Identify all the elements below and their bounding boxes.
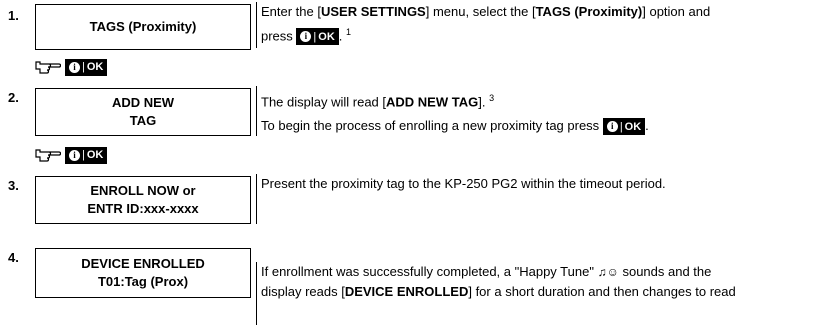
info-circle-icon: i xyxy=(300,31,312,43)
step-4-description: If enrollment was successfully completed… xyxy=(256,262,840,325)
press-ok-instruction: i | OK xyxy=(35,58,108,76)
desc-text: Present the proximity tag to the KP-250 … xyxy=(261,176,666,191)
display-text: ADD NEW TAG xyxy=(386,94,479,110)
step-2-description: The display will read [ADD NEW TAG]. 3 T… xyxy=(256,86,840,136)
pointing-hand-icon xyxy=(35,149,61,162)
option-name: TAGS (Proximity) xyxy=(535,4,643,19)
footnote-ref: 1 xyxy=(346,27,352,37)
ok-key: i | OK xyxy=(65,146,108,164)
ok-key: i | OK xyxy=(602,118,646,136)
step-4-display-line-1: DEVICE ENROLLED xyxy=(81,256,205,271)
step-2-number: 2. xyxy=(8,90,19,105)
step-1-number: 1. xyxy=(8,8,19,23)
display-text: DEVICE ENROLLED xyxy=(344,284,469,299)
menu-name: USER SETTINGS xyxy=(320,4,426,19)
desc-text: press xyxy=(261,28,293,44)
step-1-display-line-1: TAGS (Proximity) xyxy=(89,19,197,34)
desc-text: ] menu, select the [ xyxy=(425,4,536,19)
desc-text: . xyxy=(645,118,649,134)
ok-key-label: OK xyxy=(624,120,642,133)
desc-text: display reads [ xyxy=(261,284,345,299)
pointing-hand-icon xyxy=(35,61,61,74)
step-3-display-line-2: ENTR ID:xxx-xxxx xyxy=(87,201,199,216)
step-1-description: Enter the [USER SETTINGS] menu, select t… xyxy=(256,2,840,48)
step-4-display-box: DEVICE ENROLLED T01:Tag (Prox) xyxy=(35,248,251,298)
desc-text: ] for a short duration and then changes … xyxy=(468,284,736,299)
step-3-display-line-1: ENROLL NOW or xyxy=(90,183,196,198)
key-separator: | xyxy=(82,149,85,161)
step-4-number: 4. xyxy=(8,250,19,265)
key-separator: | xyxy=(313,30,317,43)
ok-key: i | OK xyxy=(296,28,339,46)
desc-text: sounds and the xyxy=(622,264,712,279)
ok-key-label: OK xyxy=(86,61,104,73)
step-1-display-box: TAGS (Proximity) xyxy=(35,4,251,50)
step-3-display-box: ENROLL NOW or ENTR ID:xxx-xxxx xyxy=(35,176,251,224)
ok-key-label: OK xyxy=(318,30,335,43)
info-circle-icon: i xyxy=(69,149,80,161)
desc-text: Enter the [ xyxy=(261,4,321,19)
desc-text: The display will read [ xyxy=(261,94,386,110)
ok-key-label: OK xyxy=(86,149,104,161)
step-2-display-box: ADD NEW TAG xyxy=(35,88,251,136)
step-3-description: Present the proximity tag to the KP-250 … xyxy=(256,174,840,224)
press-ok-instruction: i | OK xyxy=(35,146,108,164)
step-2-display-line-1: ADD NEW xyxy=(111,95,175,110)
ok-key: i | OK xyxy=(65,58,108,76)
info-circle-icon: i xyxy=(606,121,618,133)
desc-text: . xyxy=(338,28,343,44)
desc-text: ]. xyxy=(478,94,486,110)
footnote-ref: 3 xyxy=(489,93,495,103)
desc-text: If enrollment was successfully completed… xyxy=(261,264,594,279)
key-separator: | xyxy=(82,61,85,73)
desc-text: ] option and xyxy=(642,4,711,19)
desc-text: To begin the process of enrolling a new … xyxy=(261,118,600,134)
step-3-number: 3. xyxy=(8,178,19,193)
step-4-display-line-2: T01:Tag (Prox) xyxy=(97,274,189,289)
key-separator: | xyxy=(619,120,623,133)
info-circle-icon: i xyxy=(69,61,80,73)
happy-tune-icon: ♫☺ xyxy=(597,265,619,279)
step-2-display-line-2: TAG xyxy=(129,113,157,128)
